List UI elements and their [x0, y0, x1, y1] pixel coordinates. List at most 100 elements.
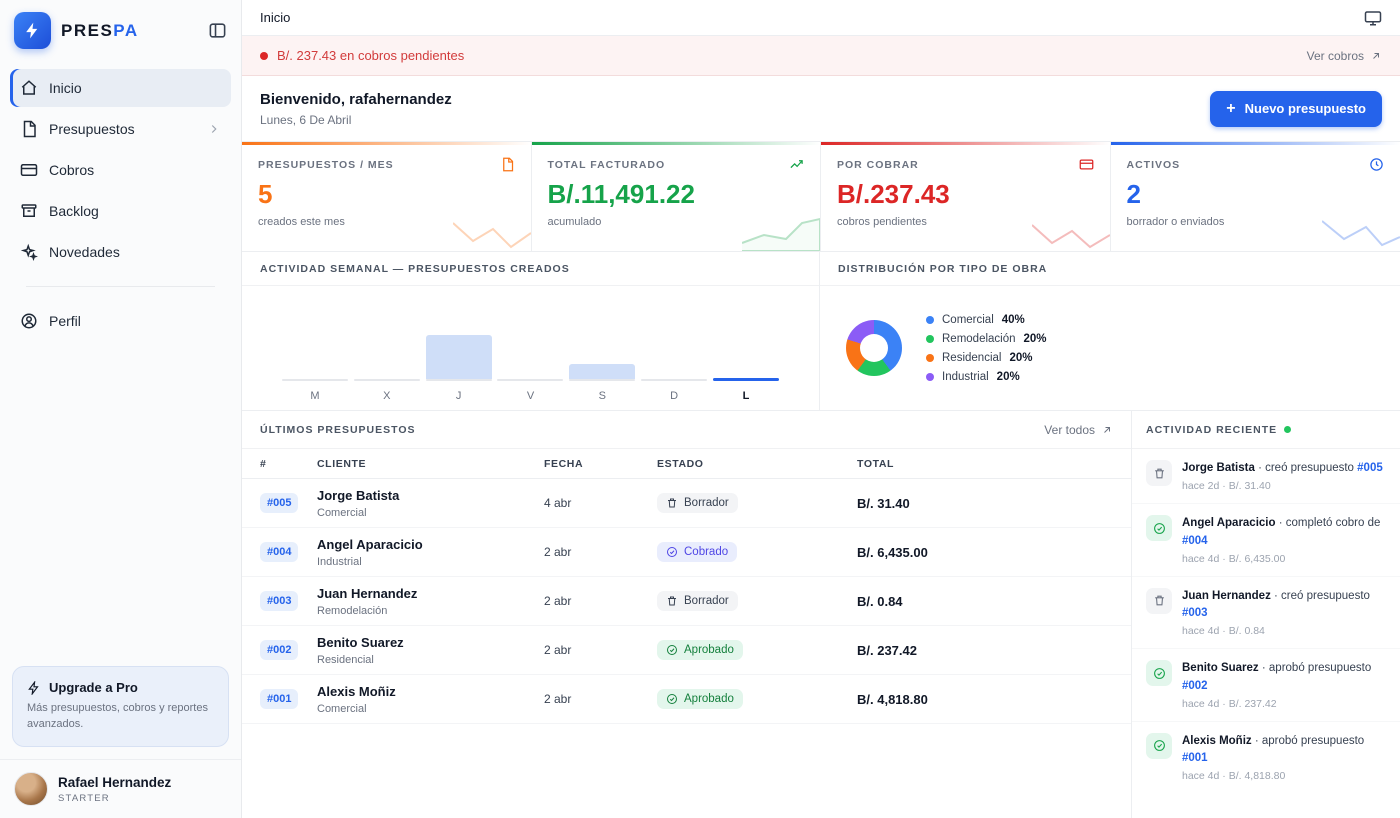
client-name: Alexis Moñiz [317, 684, 396, 699]
breadcrumb: Inicio [260, 10, 290, 25]
upgrade-pro-card[interactable]: Upgrade a Pro Más presupuestos, cobros y… [12, 666, 229, 747]
home-icon [20, 79, 38, 97]
ver-cobros-link[interactable]: Ver cobros [1307, 49, 1382, 63]
budget-date: 2 abr [544, 692, 657, 706]
bar-column: D [641, 302, 707, 402]
budget-ref-link[interactable]: #002 [1182, 680, 1208, 692]
weekly-activity-panel: ACTIVIDAD SEMANAL — PRESUPUESTOS CREADOS… [242, 252, 820, 410]
draft-icon [666, 497, 678, 509]
bolt-icon [27, 681, 41, 695]
table-row[interactable]: #004 Angel AparacicioIndustrial 2 abr Co… [242, 528, 1131, 577]
bar-column: M [282, 302, 348, 402]
user-icon [20, 312, 38, 330]
budget-date: 2 abr [544, 545, 657, 559]
budget-total: B/. 6,435.00 [857, 545, 1113, 560]
welcome-bar: Bienvenido, rafahernandez Lunes, 6 De Ab… [242, 76, 1400, 142]
credit-card-icon [1079, 157, 1094, 172]
stat-label: POR COBRAR [837, 159, 919, 171]
budget-id-badge: #002 [260, 640, 298, 660]
budget-id-badge: #001 [260, 689, 298, 709]
status-badge: Aprobado [657, 640, 743, 660]
status-badge: Aprobado [657, 689, 743, 709]
distribution-donut [846, 320, 902, 376]
budget-total: B/. 31.40 [857, 496, 1113, 511]
ver-todos-link[interactable]: Ver todos [1044, 423, 1113, 437]
document-icon [500, 157, 515, 172]
budget-total: B/. 4,818.80 [857, 692, 1113, 707]
bottom-row: ÚLTIMOS PRESUPUESTOS Ver todos # CLIENTE… [242, 411, 1400, 818]
stat-label: PRESUPUESTOS / MES [258, 159, 394, 171]
user-menu[interactable]: Rafael Hernandez STARTER [0, 759, 241, 818]
sparkline [1322, 215, 1400, 251]
app-root: PRESPA Inicio Presupuestos Cobros [0, 0, 1400, 818]
stat-label: TOTAL FACTURADO [548, 159, 666, 171]
alert-dot-icon [260, 52, 268, 60]
sparkline [742, 215, 820, 251]
display-icon[interactable] [1364, 9, 1382, 27]
activity-item: Benito Suarez · aprobó presupuesto #002 … [1132, 649, 1400, 722]
sidebar-item-label: Novedades [49, 244, 120, 260]
legend-item: Residencial20% [926, 352, 1047, 364]
document-icon [20, 120, 38, 138]
budget-id-badge: #003 [260, 591, 298, 611]
sidebar-item-label: Presupuestos [49, 121, 135, 137]
budget-date: 2 abr [544, 594, 657, 608]
client-type: Comercial [317, 703, 544, 715]
ver-cobros-label: Ver cobros [1307, 49, 1364, 63]
charts-row: ACTIVIDAD SEMANAL — PRESUPUESTOS CREADOS… [242, 252, 1400, 411]
client-type: Industrial [317, 556, 544, 568]
weekly-bar-chart: M X J V S D L [242, 286, 819, 410]
sidebar-item-backlog[interactable]: Backlog [10, 192, 231, 230]
sidebar-item-presupuestos[interactable]: Presupuestos [10, 110, 231, 148]
topbar: Inicio [242, 0, 1400, 36]
table-row[interactable]: #001 Alexis Moñiz Comercial 2 abr Aprobad… [242, 675, 1131, 724]
sidebar-item-novedades[interactable]: Novedades [10, 233, 231, 271]
latest-budgets-panel: ÚLTIMOS PRESUPUESTOS Ver todos # CLIENTE… [242, 411, 1132, 818]
table-row[interactable]: #005 Jorge BatistaComercial 4 abr Borrad… [242, 479, 1131, 528]
legend-item: Comercial40% [926, 314, 1047, 326]
budget-ref-link[interactable]: #003 [1182, 607, 1208, 619]
col-header-total: TOTAL [857, 458, 1113, 470]
nuevo-presupuesto-button[interactable]: + Nuevo presupuesto [1210, 91, 1382, 127]
sparkline [453, 215, 531, 251]
stat-card-por-cobrar: POR COBRAR B/.237.43 cobros pendientes [821, 142, 1111, 251]
bar-column: X [354, 302, 420, 402]
distribution-panel: DISTRIBUCIÓN POR TIPO DE OBRA Comercial4… [820, 252, 1400, 410]
brand-logo [14, 12, 51, 49]
budget-ref-link[interactable]: #005 [1357, 462, 1383, 474]
sidebar-item-inicio[interactable]: Inicio [10, 69, 231, 107]
legend-item: Remodelación20% [926, 333, 1047, 345]
sidebar-item-label: Inicio [49, 80, 82, 96]
bar-column-today: L [713, 302, 779, 402]
table-row[interactable]: #002 Benito SuarezResidencial 2 abr Apro… [242, 626, 1131, 675]
budget-date: 4 abr [544, 496, 657, 510]
budget-id-badge: #004 [260, 542, 298, 562]
activity-item: Angel Aparacicio · completó cobro de #00… [1132, 504, 1400, 577]
activity-meta: hace 4d · B/. 4,818.80 [1182, 770, 1386, 782]
sidebar-divider [26, 286, 215, 287]
table-row[interactable]: #003 Juan HernandezRemodelación 2 abr Bo… [242, 577, 1131, 626]
budget-ref-link[interactable]: #004 [1182, 535, 1208, 547]
table-header-row: # CLIENTE FECHA ESTADO TOTAL [242, 449, 1131, 479]
status-badge: Cobrado [657, 542, 737, 562]
main-content: Inicio B/. 237.43 en cobros pendientes V… [242, 0, 1400, 818]
draft-icon [666, 595, 678, 607]
legend-dot-icon [926, 335, 934, 343]
nuevo-presupuesto-label: Nuevo presupuesto [1245, 101, 1366, 116]
sidebar-item-cobros[interactable]: Cobros [10, 151, 231, 189]
client-name: Jorge Batista [317, 488, 399, 503]
distribution-legend: Comercial40% Remodelación20% Residencial… [926, 314, 1047, 383]
sidebar-item-perfil[interactable]: Perfil [10, 302, 231, 340]
pending-payments-alert: B/. 237.43 en cobros pendientes Ver cobr… [242, 36, 1400, 76]
budget-ref-link[interactable]: #001 [1182, 752, 1208, 764]
client-name: Juan Hernandez [317, 586, 417, 601]
check-circle-icon [1146, 515, 1172, 541]
plus-icon: + [1226, 101, 1235, 117]
bar-column: V [497, 302, 563, 402]
welcome-date: Lunes, 6 De Abril [260, 113, 452, 127]
sidebar-nav: Inicio Presupuestos Cobros Backlog Noved… [0, 59, 241, 340]
stat-value: B/.237.43 [837, 179, 1094, 210]
recent-activity-panel: ACTIVIDAD RECIENTE Jorge Batista · creó … [1132, 411, 1400, 818]
sidebar-collapse-button[interactable] [208, 21, 227, 40]
trending-up-icon [789, 157, 804, 172]
